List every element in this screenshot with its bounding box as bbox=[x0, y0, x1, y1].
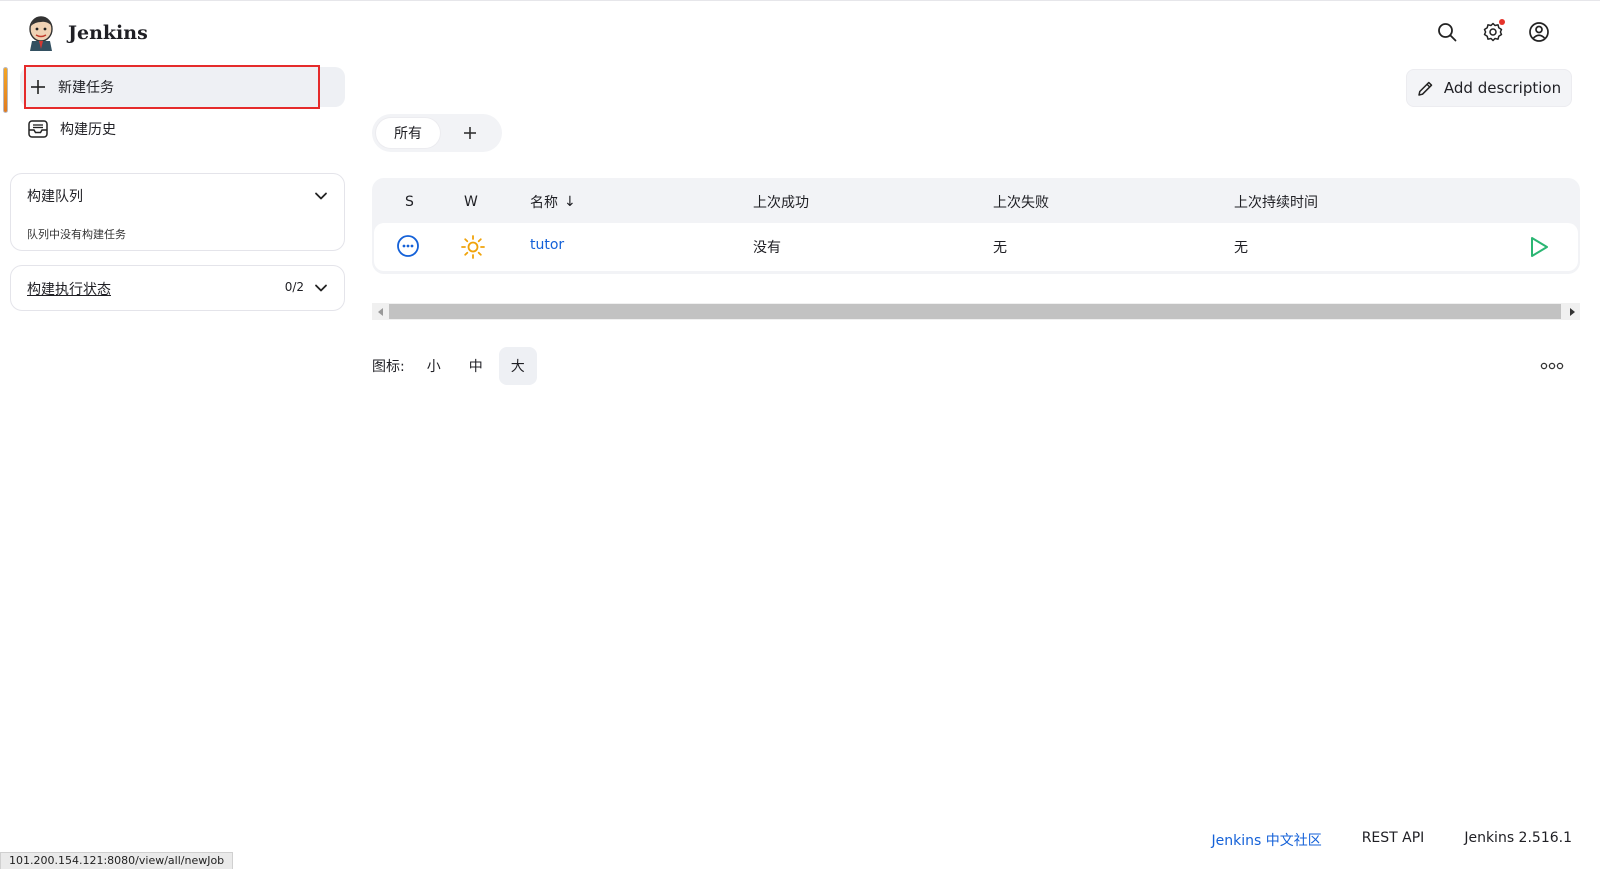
column-header-last-success[interactable]: 上次成功 bbox=[753, 192, 809, 212]
column-header-name[interactable]: 名称 ↓ bbox=[530, 192, 576, 212]
plus-icon bbox=[31, 80, 45, 94]
sidebar-item-label: 新建任务 bbox=[58, 80, 114, 96]
column-header-last-failure[interactable]: 上次失败 bbox=[993, 192, 1049, 212]
inbox-icon bbox=[28, 120, 48, 138]
icon-size-label: 图标: bbox=[372, 359, 405, 375]
build-queue-title: 构建队列 bbox=[27, 189, 83, 205]
icon-size-medium[interactable]: 中 bbox=[457, 347, 495, 385]
community-link[interactable]: Jenkins 中文社区 bbox=[1211, 830, 1321, 850]
scroll-left-arrow-icon[interactable] bbox=[372, 303, 389, 320]
sun-icon[interactable] bbox=[460, 234, 486, 260]
horizontal-scrollbar[interactable] bbox=[372, 303, 1580, 320]
play-icon[interactable] bbox=[1528, 235, 1550, 259]
version-text[interactable]: Jenkins 2.516.1 bbox=[1464, 830, 1572, 850]
view-tabs: 所有 bbox=[372, 114, 502, 152]
settings-icon[interactable] bbox=[1482, 19, 1505, 43]
chevron-down-icon[interactable] bbox=[314, 189, 328, 203]
job-name-link[interactable]: tutor bbox=[530, 237, 564, 253]
add-description-button[interactable]: Add description bbox=[1406, 69, 1572, 107]
brand-name: Jenkins bbox=[68, 22, 148, 44]
jobs-table: S W 名称 ↓ 上次成功 上次失败 上次持续时间 tutor 没有 无 无 bbox=[372, 178, 1580, 274]
search-icon[interactable] bbox=[1436, 21, 1458, 43]
more-options-icon[interactable] bbox=[1540, 357, 1564, 375]
last-success-value: 没有 bbox=[753, 240, 781, 256]
sort-arrow-icon: ↓ bbox=[564, 194, 576, 210]
status-pending-icon[interactable] bbox=[396, 234, 420, 258]
column-header-status[interactable]: S bbox=[405, 192, 414, 212]
pencil-icon bbox=[1418, 81, 1433, 96]
plus-icon bbox=[464, 127, 476, 139]
jenkins-logo-icon bbox=[29, 16, 53, 51]
column-header-last-duration[interactable]: 上次持续时间 bbox=[1234, 192, 1318, 212]
column-header-weather[interactable]: W bbox=[464, 192, 478, 212]
build-queue-panel: 构建队列 队列中没有构建任务 bbox=[10, 173, 345, 251]
top-header: Jenkins bbox=[0, 1, 1600, 63]
header-actions bbox=[1436, 19, 1550, 43]
rest-api-link[interactable]: REST API bbox=[1362, 830, 1425, 850]
last-duration-value: 无 bbox=[1234, 240, 1248, 256]
status-bar-url: 101.200.154.121:8080/view/all/newJob bbox=[0, 852, 234, 869]
scrollbar-thumb[interactable] bbox=[389, 304, 1561, 319]
notification-dot bbox=[1499, 19, 1505, 25]
sidebar-item-label: 构建历史 bbox=[60, 122, 116, 138]
add-view-button[interactable] bbox=[456, 119, 484, 147]
sidebar-item-new-task[interactable]: 新建任务 bbox=[20, 65, 345, 109]
user-icon[interactable] bbox=[1528, 21, 1550, 43]
tab-label: 所有 bbox=[394, 126, 422, 142]
executor-status-link[interactable]: 构建执行状态 bbox=[27, 279, 111, 299]
scroll-right-arrow-icon[interactable] bbox=[1563, 303, 1580, 320]
sidebar-item-build-history[interactable]: 构建历史 bbox=[20, 113, 345, 145]
tab-all[interactable]: 所有 bbox=[376, 118, 440, 148]
icon-size-large[interactable]: 大 bbox=[498, 347, 537, 385]
footer: Jenkins 中文社区 REST API Jenkins 2.516.1 bbox=[1211, 830, 1572, 850]
build-queue-empty-text: 队列中没有构建任务 bbox=[27, 228, 126, 241]
icon-size-small[interactable]: 小 bbox=[415, 347, 453, 385]
sidebar-scroll-indicator[interactable] bbox=[3, 67, 8, 113]
add-description-label: Add description bbox=[1443, 79, 1562, 97]
chevron-down-icon[interactable] bbox=[314, 281, 328, 295]
table-row: tutor 没有 无 无 bbox=[374, 223, 1578, 271]
executor-count: 0/2 bbox=[284, 280, 304, 294]
last-failure-value: 无 bbox=[993, 240, 1007, 256]
brand[interactable]: Jenkins bbox=[26, 15, 148, 51]
icon-size-selector: 图标: 小 中 大 bbox=[372, 347, 537, 385]
executor-status-panel: 构建执行状态 0/2 bbox=[10, 265, 345, 311]
